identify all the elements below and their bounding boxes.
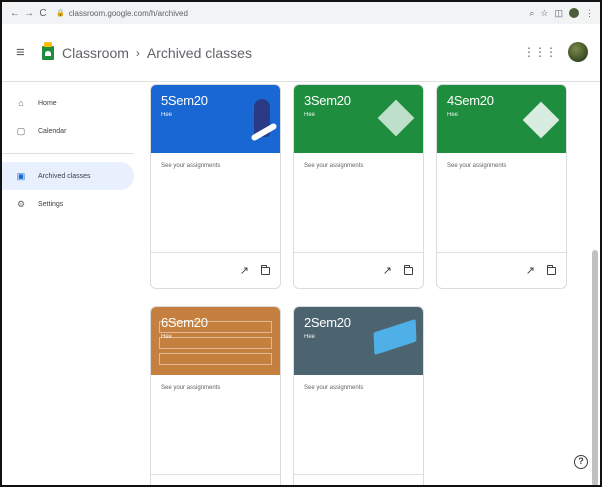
scrollbar[interactable] [592, 250, 598, 485]
address-bar[interactable]: 🔒 classroom.google.com/h/archived [56, 9, 188, 18]
sidebar-item-archived-classes[interactable]: ▣ Archived classes [2, 162, 134, 190]
app-header: ≡ Classroom › Archived classes ⋮⋮⋮ [2, 24, 600, 82]
header-actions: ⋮⋮⋮ [523, 42, 588, 62]
breadcrumb-app-name[interactable]: Classroom [62, 45, 129, 61]
assignments-link[interactable]: See your assignments [304, 385, 363, 391]
main-menu-icon[interactable]: ≡ [16, 44, 34, 61]
class-card-footer: ↗ [151, 253, 280, 288]
sidebar-item-calendar[interactable]: ▢ Calendar [2, 117, 134, 145]
trending-icon[interactable]: ↗ [526, 264, 535, 277]
forward-button[interactable]: → [22, 8, 36, 19]
class-card[interactable]: 4Sem20 Hee See your assignments ↗ [436, 84, 567, 289]
gear-icon: ⚙ [16, 198, 26, 209]
reload-button[interactable]: C [36, 8, 50, 19]
bookmark-star-icon[interactable]: ☆ [540, 8, 548, 19]
trending-icon[interactable]: ↗ [240, 264, 249, 277]
calendar-icon: ▢ [16, 125, 26, 136]
browser-menu-icon[interactable]: ⋮ [585, 8, 594, 19]
banner-illustration-icon [159, 337, 272, 349]
class-card-footer: ↗ [437, 253, 566, 288]
class-card-body: See your assignments [294, 153, 423, 253]
avatar[interactable] [568, 42, 588, 62]
breadcrumb: Classroom › Archived classes [62, 45, 252, 61]
assignments-link[interactable]: See your assignments [161, 385, 220, 391]
sidebar: ⌂ Home ▢ Calendar ▣ Archived classes ⚙ S… [2, 83, 134, 485]
sidebar-item-label: Home [38, 99, 57, 107]
sidebar-item-label: Archived classes [38, 172, 91, 180]
browser-toolbar: ← → C 🔒 classroom.google.com/h/archived … [2, 2, 600, 24]
class-card-banner[interactable]: 3Sem20 Hee [294, 85, 423, 153]
class-card-body: See your assignments [437, 153, 566, 253]
assignments-link[interactable]: See your assignments [161, 163, 220, 169]
browser-actions: ⌕ ☆ ◫ ⋮ [529, 8, 594, 19]
sidebar-item-home[interactable]: ⌂ Home [2, 89, 134, 117]
class-card-banner[interactable]: 6Sem20 Hee [151, 307, 280, 375]
assignments-link[interactable]: See your assignments [304, 163, 363, 169]
archive-icon: ▣ [16, 170, 26, 181]
folder-icon[interactable] [261, 264, 270, 275]
classroom-logo-icon[interactable] [42, 41, 54, 60]
class-card-footer: ↗ [294, 253, 423, 288]
sidebar-item-settings[interactable]: ⚙ Settings [2, 190, 134, 218]
sidebar-divider [2, 153, 134, 154]
class-card-banner[interactable]: 4Sem20 Hee [437, 85, 566, 153]
breadcrumb-chevron-icon: › [135, 45, 140, 60]
home-icon: ⌂ [18, 98, 24, 108]
back-button[interactable]: ← [8, 8, 22, 19]
class-card-banner[interactable]: 2Sem20 Hee [294, 307, 423, 375]
folder-icon[interactable] [404, 264, 413, 275]
class-card-body: See your assignments [151, 375, 280, 475]
folder-icon[interactable] [547, 264, 556, 275]
zoom-icon[interactable]: ⌕ [529, 8, 534, 19]
lock-icon: 🔒 [56, 10, 65, 17]
extensions-icon[interactable]: ◫ [554, 8, 563, 19]
sidebar-item-label: Settings [38, 200, 64, 208]
window: ← → C 🔒 classroom.google.com/h/archived … [0, 0, 602, 487]
class-card-body: See your assignments [294, 375, 423, 475]
class-card-footer: ↗ [151, 475, 280, 485]
google-apps-icon[interactable]: ⋮⋮⋮ [523, 45, 557, 59]
class-card-banner[interactable]: 5Sem20 Hee [151, 85, 280, 153]
page-title: Archived classes [146, 44, 252, 61]
class-card[interactable]: 3Sem20 Hee See your assignments ↗ [293, 84, 424, 289]
class-card[interactable]: 6Sem20 Hee See your assignments ↗ [150, 306, 281, 485]
assignments-link[interactable]: See your assignments [447, 163, 506, 169]
class-card-body: See your assignments [151, 153, 280, 253]
sidebar-item-label: Calendar [38, 127, 67, 135]
banner-illustration-icon [159, 321, 272, 333]
url-text: classroom.google.com/h/archived [68, 8, 188, 18]
class-card-grid: 5Sem20 Hee See your assignments ↗ 3Sem20… [150, 82, 580, 485]
trending-icon[interactable]: ↗ [383, 264, 392, 277]
banner-illustration-icon [159, 353, 272, 365]
class-card[interactable]: 5Sem20 Hee See your assignments ↗ [150, 84, 281, 289]
help-icon[interactable]: ? [574, 455, 588, 469]
class-card[interactable]: 2Sem20 Hee See your assignments ↗ [293, 306, 424, 485]
class-card-footer: ↗ [294, 475, 423, 485]
browser-profile-avatar[interactable] [569, 8, 579, 18]
